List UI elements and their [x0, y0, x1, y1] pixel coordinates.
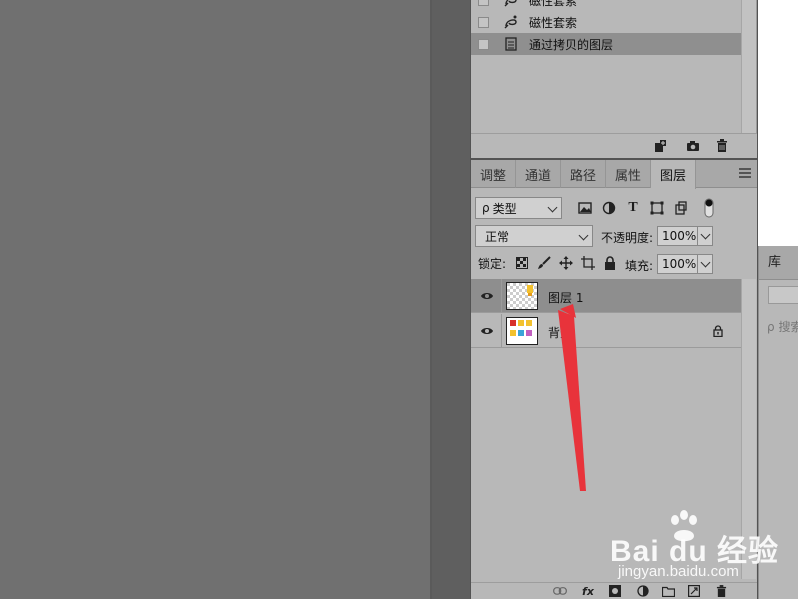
history-item-label: 通过拷贝的图层	[529, 37, 614, 52]
lock-icon[interactable]	[713, 325, 723, 340]
layer-row-background[interactable]: 背景	[471, 314, 741, 348]
history-snapshot-checkbox[interactable]	[478, 0, 489, 6]
lock-transparent-pixels-icon[interactable]	[515, 256, 529, 270]
opacity-label: 不透明度:	[601, 231, 654, 245]
row-separator	[501, 314, 502, 348]
chevron-down-icon	[547, 202, 558, 213]
type-filter-icon[interactable]: T	[625, 200, 641, 216]
canvas-area[interactable]	[0, 0, 430, 599]
watermark: Bai du 经验 jingyan.baidu.com	[610, 510, 790, 590]
adjustment-filter-icon[interactable]	[601, 200, 617, 216]
library-search-placeholder: 搜索	[778, 320, 798, 334]
tab-channels[interactable]: 通道	[516, 160, 561, 188]
camera-icon[interactable]	[685, 138, 701, 154]
blend-mode-value: 正常	[485, 229, 510, 244]
layer-name[interactable]: 背景	[548, 324, 572, 341]
history-item-selected[interactable]: 通过拷贝的图层	[471, 33, 741, 55]
tab-adjustments[interactable]: 调整	[471, 160, 516, 188]
search-icon: ρ	[767, 320, 775, 334]
chevron-down-icon	[578, 230, 589, 241]
document-preview-area	[758, 0, 798, 246]
pixel-filter-icon[interactable]	[577, 200, 593, 216]
blend-mode-select[interactable]: 正常	[475, 225, 593, 247]
magnetic-lasso-icon	[502, 13, 520, 31]
opacity-dropdown[interactable]	[697, 226, 713, 246]
tab-paths[interactable]: 路径	[561, 160, 606, 188]
fx-icon[interactable]: fx	[581, 584, 595, 598]
history-item[interactable]: 磁性套索	[471, 11, 741, 33]
history-item-label: 磁性套索	[529, 0, 578, 8]
layer-row-layer1[interactable]: 图层 1	[471, 279, 741, 313]
tab-libraries[interactable]: 库	[759, 246, 798, 280]
history-item[interactable]: 磁性套索	[471, 0, 741, 11]
history-item-label: 磁性套索	[529, 15, 578, 30]
fill-input[interactable]: 100%	[657, 254, 700, 274]
trash-icon[interactable]	[714, 138, 730, 154]
tab-layers[interactable]: 图层	[651, 160, 696, 189]
layer-filter-kind-select[interactable]: ρ 类型	[475, 197, 562, 219]
lock-image-pixels-icon[interactable]	[537, 256, 551, 270]
lock-position-icon[interactable]	[559, 256, 573, 270]
magnetic-lasso-icon	[502, 0, 520, 9]
panel-menu-icon[interactable]	[739, 168, 751, 180]
lock-artboard-icon[interactable]	[581, 256, 595, 270]
history-scrollbar[interactable]	[741, 0, 756, 133]
history-snapshot-checkbox[interactable]	[478, 16, 489, 28]
tab-properties[interactable]: 属性	[606, 160, 651, 188]
history-panel: 磁性套索 磁性套索 通过拷贝的图层	[471, 0, 757, 158]
link-layers-icon[interactable]	[553, 584, 567, 598]
eye-icon[interactable]	[480, 289, 494, 303]
search-icon: ρ	[482, 201, 490, 215]
new-document-from-state-icon[interactable]	[653, 138, 669, 154]
opacity-input[interactable]: 100%	[657, 226, 700, 246]
library-search-input[interactable]: ρ 搜索	[767, 318, 798, 335]
layer-name[interactable]: 图层 1	[548, 289, 583, 306]
layer-thumbnail	[506, 317, 538, 345]
fill-label: 填充:	[625, 259, 654, 273]
eye-icon[interactable]	[480, 324, 494, 338]
panel-tabbar: 调整 通道 路径 属性 图层	[471, 160, 757, 189]
watermark-url: jingyan.baidu.com	[618, 563, 739, 580]
smart-object-filter-icon[interactable]	[673, 200, 689, 216]
lock-label: 锁定:	[478, 257, 507, 271]
fill-dropdown[interactable]	[697, 254, 713, 274]
history-snapshot-checkbox[interactable]	[478, 38, 489, 50]
document-icon	[502, 35, 520, 53]
history-footer	[471, 133, 757, 158]
library-select[interactable]	[768, 286, 798, 304]
panel-gutter	[432, 0, 470, 599]
shape-filter-icon[interactable]	[649, 200, 665, 216]
filter-toggle-icon[interactable]	[701, 198, 717, 218]
filter-kind-value: 类型	[492, 201, 517, 216]
layer-thumbnail	[506, 282, 538, 310]
lock-all-icon[interactable]	[603, 256, 617, 270]
row-separator	[501, 279, 502, 313]
